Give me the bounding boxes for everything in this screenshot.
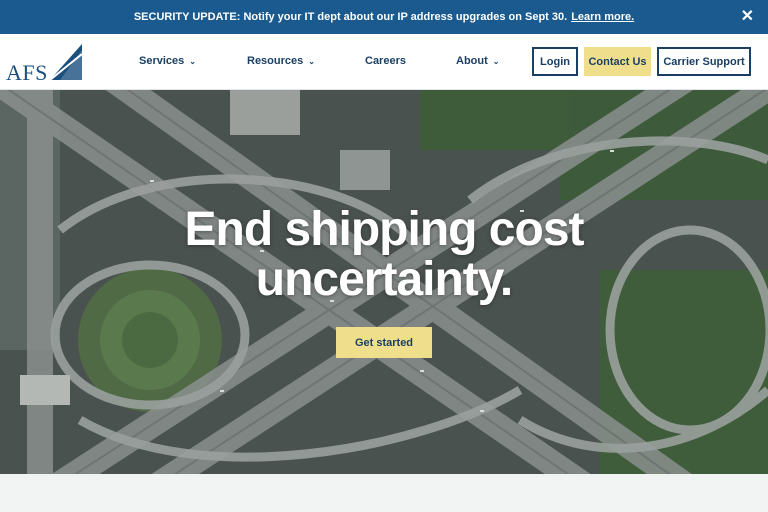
logo-text: AFS [6, 60, 48, 85]
hero-title-line1: End shipping cost [184, 203, 585, 256]
close-icon[interactable]: ✕ [741, 8, 754, 26]
chevron-down-icon: ⌄ [189, 56, 196, 66]
nav-about[interactable]: About ⌄ [456, 55, 499, 67]
hero-title: End shipping cost uncertainty. [0, 205, 768, 305]
alert-learn-more-link[interactable]: Learn more. [571, 11, 634, 23]
alert-message-wrap: SECURITY UPDATE: Notify your IT dept abo… [134, 11, 634, 23]
nav-careers-label: Careers [365, 55, 406, 67]
nav-careers[interactable]: Careers [365, 55, 406, 67]
login-button[interactable]: Login [532, 47, 578, 76]
afs-logo[interactable]: AFS [6, 44, 86, 85]
nav-about-label: About [456, 55, 488, 67]
chevron-down-icon: ⌄ [492, 56, 500, 66]
hero-section: End shipping cost uncertainty. Get start… [0, 90, 768, 474]
carrier-support-button[interactable]: Carrier Support [657, 47, 751, 76]
alert-message: SECURITY UPDATE: Notify your IT dept abo… [133, 11, 568, 23]
nav-services[interactable]: Services ⌄ [139, 55, 196, 67]
nav-resources[interactable]: Resources ⌄ [247, 55, 315, 67]
below-fold-section [0, 474, 768, 512]
get-started-button[interactable]: Get started [336, 327, 432, 358]
security-alert-bar: SECURITY UPDATE: Notify your IT dept abo… [0, 0, 768, 34]
hero-title-line2: uncertainty. [255, 253, 514, 306]
afs-triangle-logo-icon [49, 44, 83, 81]
nav-resources-label: Resources [247, 55, 304, 67]
chevron-down-icon: ⌄ [308, 56, 315, 66]
site-header: AFS Services ⌄ Resources ⌄ Careers About… [0, 34, 768, 90]
contact-us-button[interactable]: Contact Us [584, 47, 651, 76]
nav-services-label: Services [139, 55, 185, 67]
